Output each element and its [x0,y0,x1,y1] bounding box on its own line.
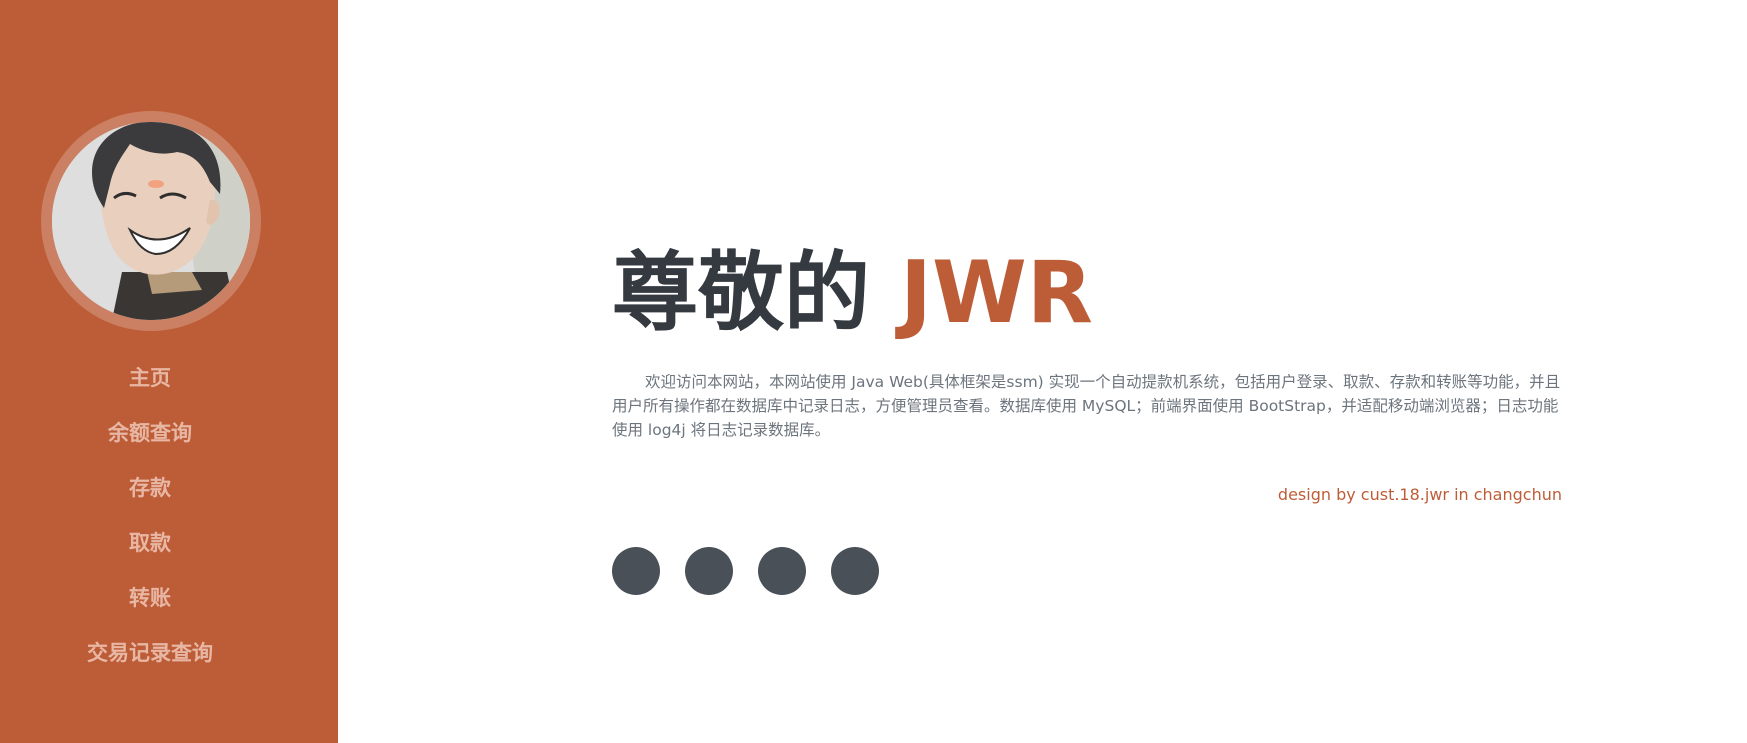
sidebar-nav: 主页 余额查询 存款 取款 转账 交易记录查询 [0,360,300,690]
design-credit: design by cust.18.jwr in changchun [1277,485,1562,504]
avatar [52,122,250,320]
intro-paragraph: 欢迎访问本网站，本网站使用 Java Web(具体框架是ssm) 实现一个自动提… [612,373,1561,439]
nav-item-transactions: 交易记录查询 [0,635,300,690]
nav-link-home[interactable]: 主页 [129,360,171,396]
main-content: 尊敬的 JWR 欢迎访问本网站，本网站使用 Java Web(具体框架是ssm)… [612,0,1562,743]
nav-item-withdraw: 取款 [0,525,300,580]
nav-item-balance: 余额查询 [0,415,300,470]
avatar-illustration [52,122,250,320]
sidebar: 主页 余额查询 存款 取款 转账 交易记录查询 [0,0,338,743]
nav-item-deposit: 存款 [0,470,300,525]
hero-title: 尊敬的 JWR [612,240,1093,346]
social-icon-2[interactable] [685,547,733,595]
social-icon-4[interactable] [831,547,879,595]
social-icon-3[interactable] [758,547,806,595]
nav-item-home: 主页 [0,360,300,415]
nav-link-transfer[interactable]: 转账 [129,580,171,616]
nav-link-deposit[interactable]: 存款 [129,470,171,506]
nav-item-transfer: 转账 [0,580,300,635]
nav-link-transactions[interactable]: 交易记录查询 [87,635,213,671]
hero-username: JWR [899,243,1094,343]
nav-link-withdraw[interactable]: 取款 [129,525,171,561]
nav-link-balance[interactable]: 余额查询 [108,415,192,451]
avatar-ring [41,111,261,331]
hero-greeting: 尊敬的 [612,243,870,343]
social-icon-1[interactable] [612,547,660,595]
